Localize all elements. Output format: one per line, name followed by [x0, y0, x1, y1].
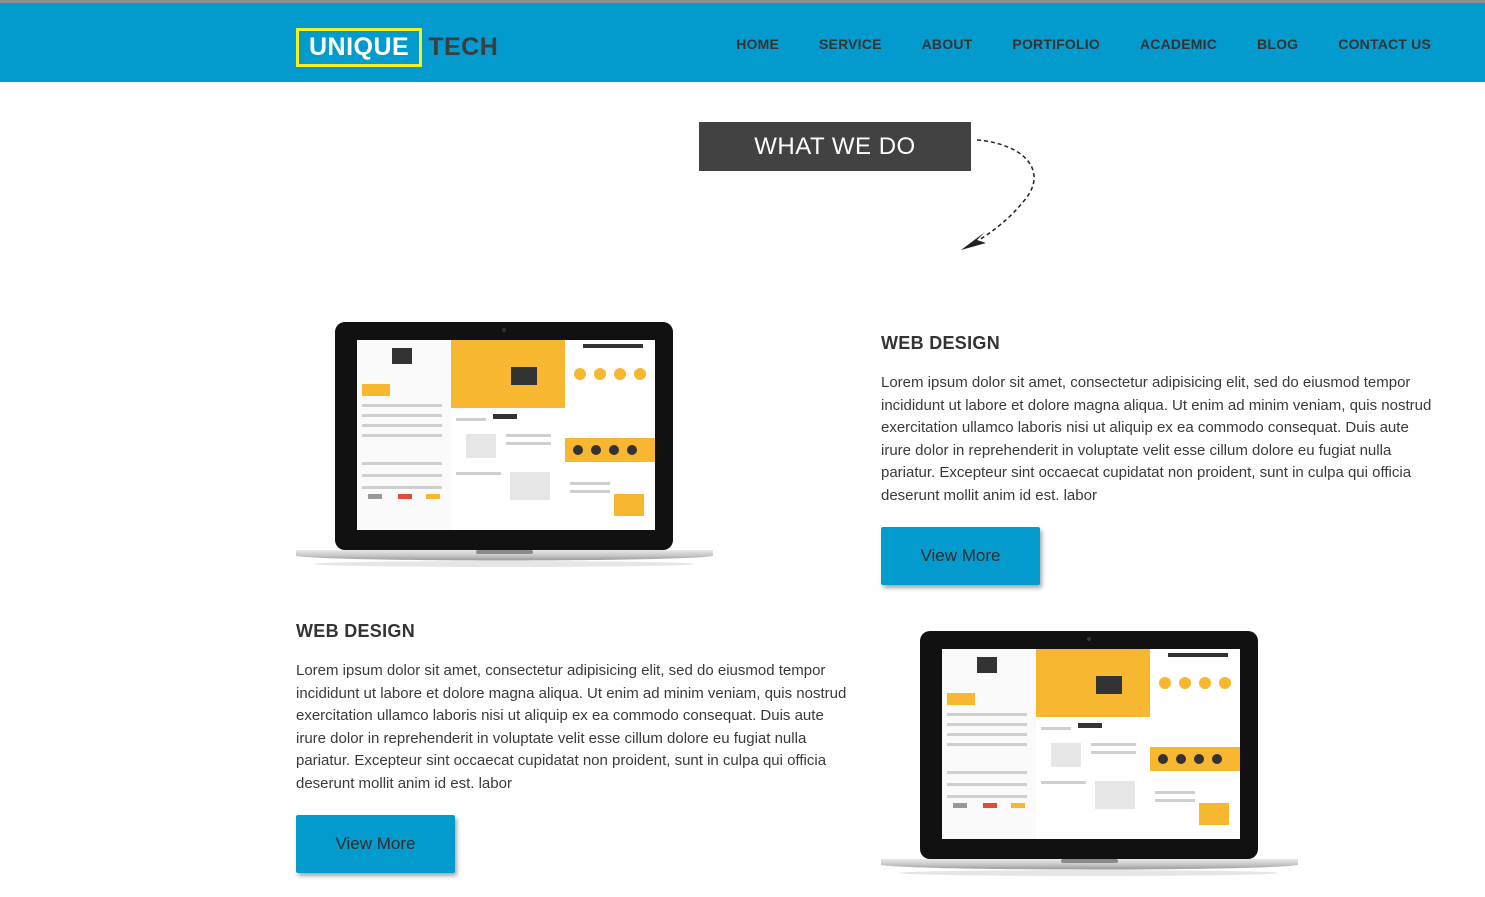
nav-about[interactable]: ABOUT	[922, 36, 973, 52]
nav-contact-us[interactable]: CONTACT US	[1338, 36, 1431, 52]
view-more-button[interactable]: View More	[296, 815, 455, 873]
nav-portfolio[interactable]: PORTIFOLIO	[1012, 36, 1100, 52]
dashed-arrow-icon	[961, 139, 1035, 250]
feature-title: WEB DESIGN	[296, 621, 416, 641]
laptop-screen	[357, 340, 655, 530]
logo-secondary: TECH	[428, 33, 499, 61]
feature-title: WEB DESIGN	[881, 333, 1001, 353]
nav-service[interactable]: SERVICE	[819, 36, 882, 52]
nav-academic[interactable]: ACADEMIC	[1140, 36, 1217, 52]
site-header: UNIQUE TECH HOME SERVICE ABOUT PORTIFOLI…	[0, 3, 1485, 82]
main-nav: HOME SERVICE ABOUT PORTIFOLIO ACADEMIC B…	[736, 36, 1431, 52]
what-we-do-banner: WHAT WE DO	[699, 122, 971, 171]
site-logo[interactable]: UNIQUE TECH	[296, 27, 498, 68]
nav-blog[interactable]: BLOG	[1257, 36, 1298, 52]
laptop-mockup	[296, 322, 713, 567]
nav-home[interactable]: HOME	[736, 36, 779, 52]
feature-description: Lorem ipsum dolor sit amet, consectetur …	[881, 374, 1432, 504]
laptop-screen	[942, 649, 1240, 839]
logo-primary: UNIQUE	[296, 28, 423, 67]
view-more-button[interactable]: View More	[881, 527, 1040, 585]
laptop-mockup	[881, 631, 1298, 876]
feature-description: Lorem ipsum dolor sit amet, consectetur …	[296, 662, 847, 792]
